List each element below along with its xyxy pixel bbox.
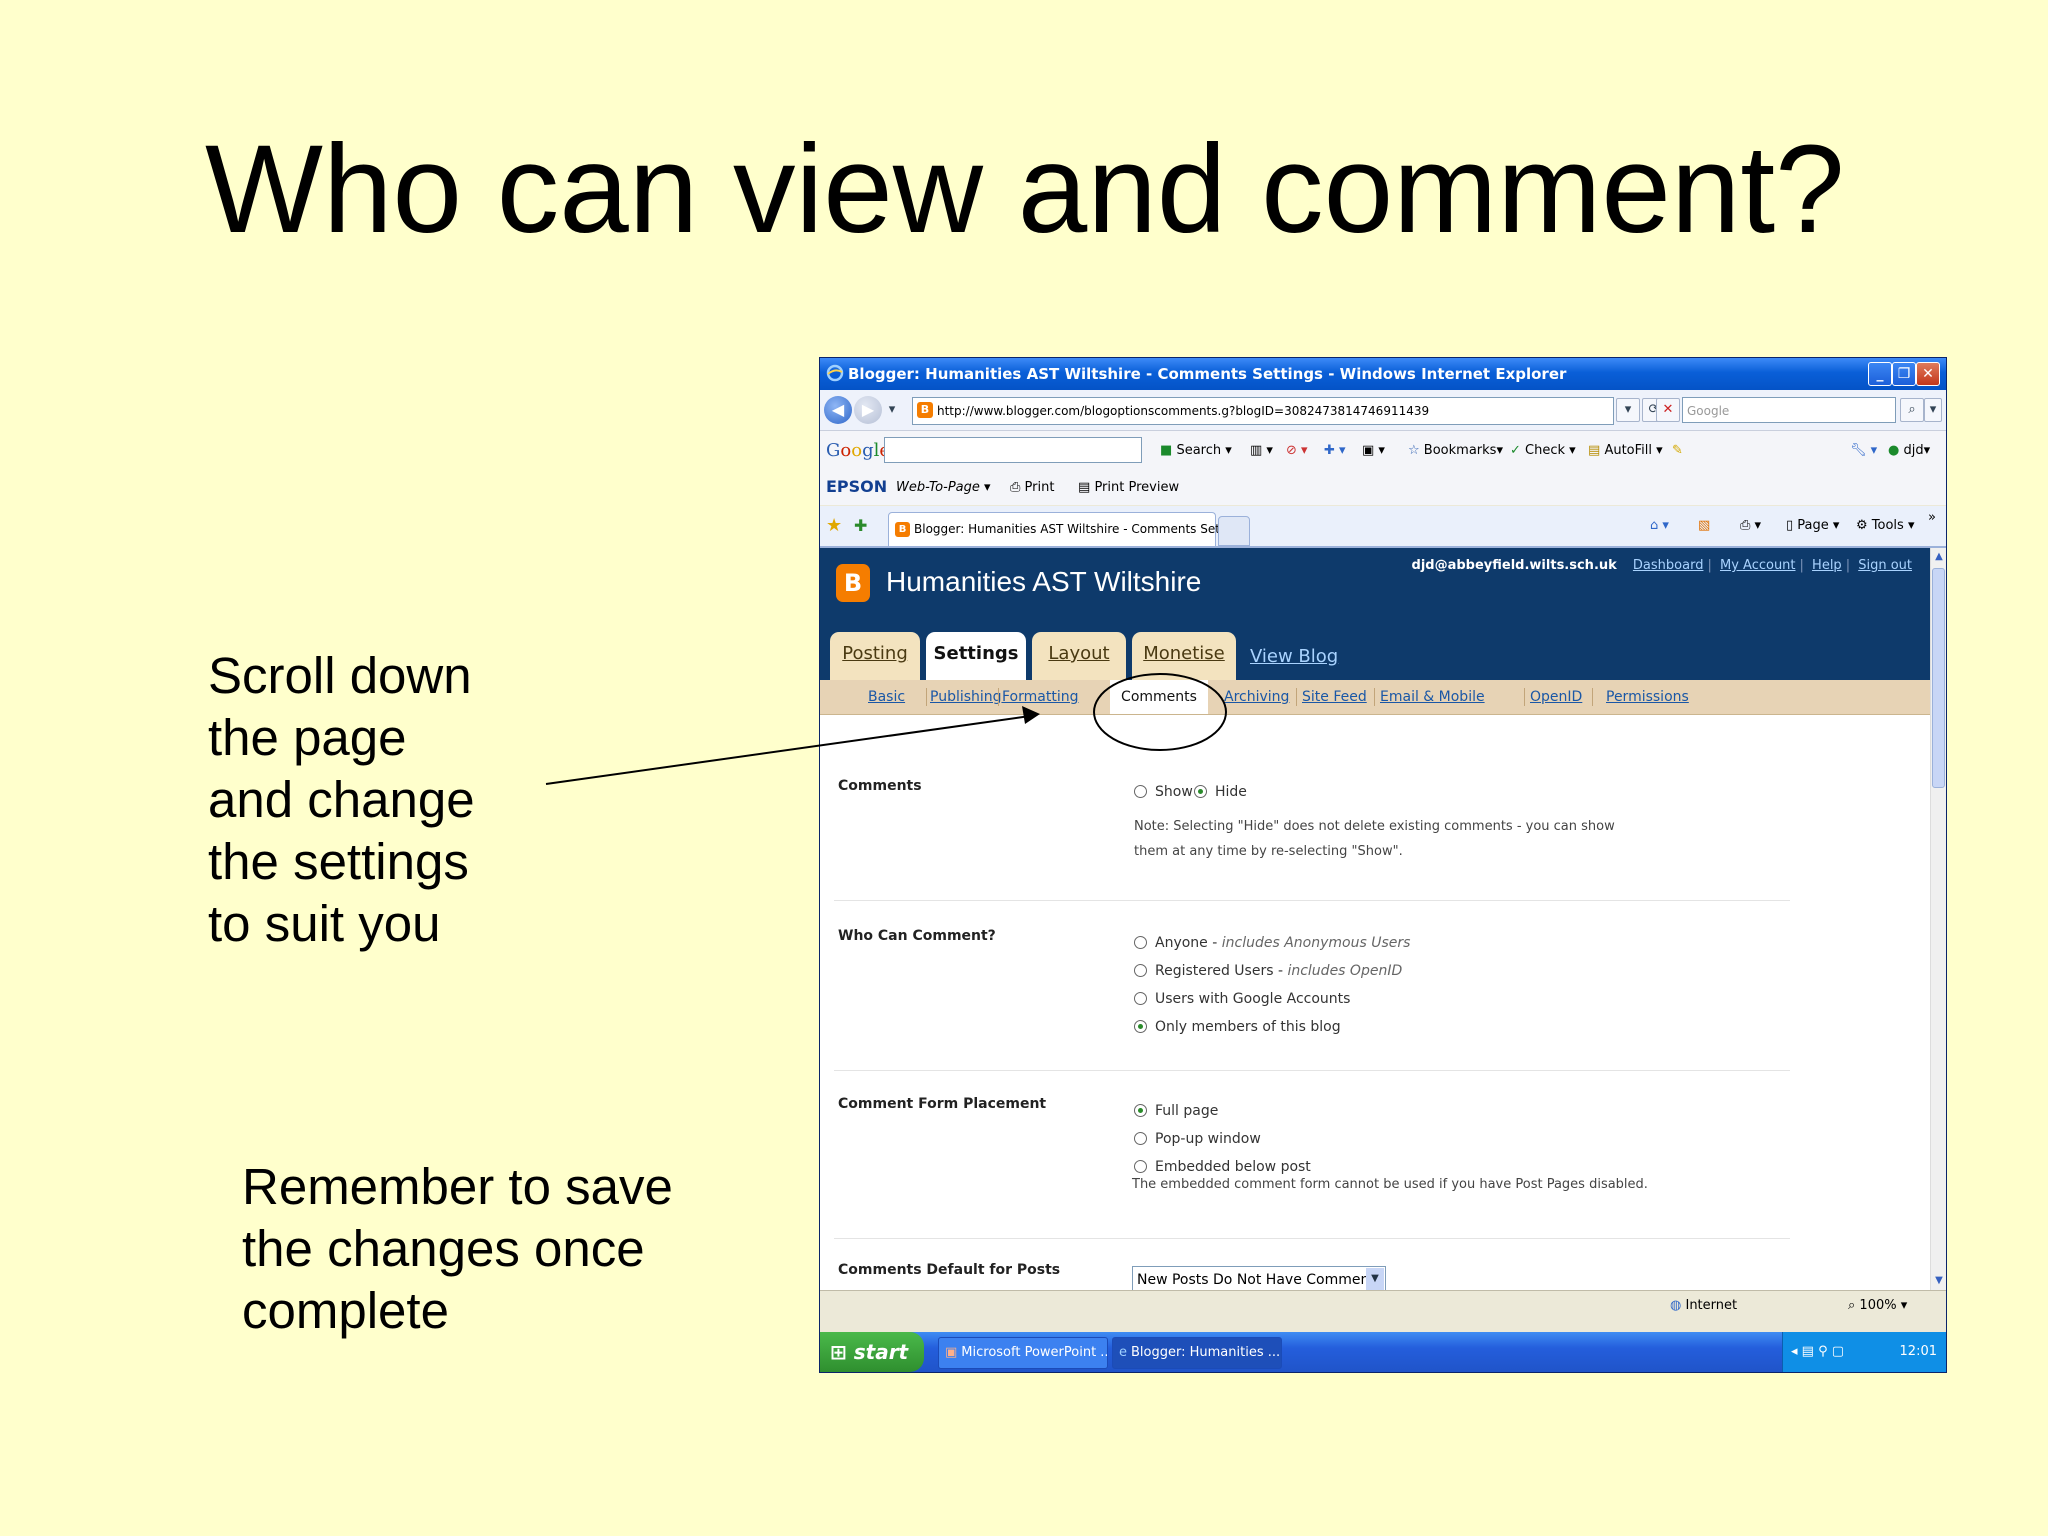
comments-tab-highlight-circle (1093, 673, 1227, 751)
arrowhead (1022, 706, 1040, 724)
pointer-arrow (545, 715, 1031, 785)
annotation-overlay (545, 673, 1227, 785)
